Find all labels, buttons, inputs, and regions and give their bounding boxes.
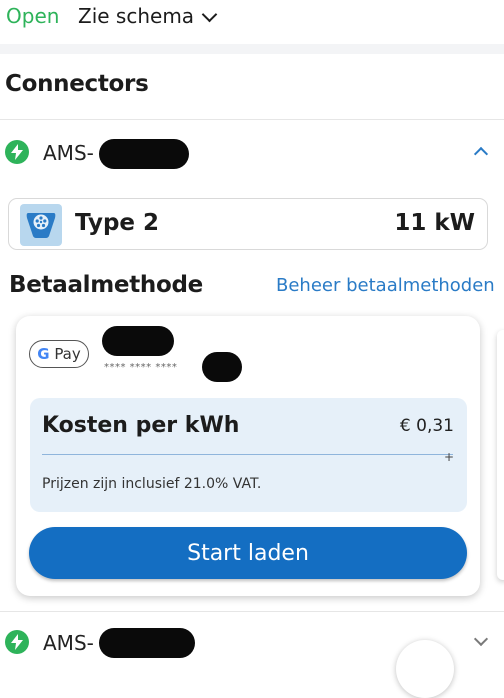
start-charging-button[interactable]: Start laden bbox=[29, 527, 467, 579]
payment-method-title: Betaalmethode bbox=[9, 272, 203, 298]
connectors-title: Connectors bbox=[5, 71, 149, 97]
connector-name: AMS- bbox=[43, 631, 94, 655]
cost-per-kwh-price: € 0,31 bbox=[399, 416, 454, 436]
vat-note: Prijzen zijn inclusief 21.0% VAT. bbox=[42, 476, 262, 492]
connectors-divider-2 bbox=[0, 611, 504, 612]
redacted-card-digits bbox=[202, 352, 242, 382]
redacted-text bbox=[99, 139, 189, 169]
charging-bolt-icon bbox=[5, 630, 29, 654]
chevron-down-icon[interactable] bbox=[473, 631, 489, 647]
expand-plus-icon[interactable]: + bbox=[444, 450, 454, 464]
google-pay-badge: G Pay bbox=[29, 340, 89, 368]
plug-type-card: Type 2 11 kW bbox=[8, 198, 488, 250]
redacted-cardholder bbox=[102, 326, 174, 356]
schedule-label: Zie schema bbox=[78, 4, 195, 28]
floating-action-button[interactable] bbox=[396, 640, 454, 698]
chevron-down-icon bbox=[201, 6, 218, 22]
schedule-dropdown[interactable]: Zie schema bbox=[78, 4, 218, 28]
connector-name: AMS- bbox=[43, 141, 94, 165]
plug-power-label: 11 kW bbox=[394, 210, 475, 236]
card-number-masked: **** **** **** bbox=[104, 362, 178, 373]
cost-divider bbox=[42, 454, 453, 455]
google-g-icon: G bbox=[37, 345, 50, 363]
manage-payment-methods-link[interactable]: Beheer betaalmethoden bbox=[276, 275, 495, 296]
plug-type-label: Type 2 bbox=[75, 210, 160, 236]
charging-bolt-icon bbox=[5, 140, 29, 164]
connectors-divider bbox=[0, 119, 504, 120]
payment-card[interactable]: G Pay **** **** **** Kosten per kWh € 0,… bbox=[16, 316, 480, 596]
chevron-up-icon[interactable] bbox=[473, 146, 489, 162]
cost-per-kwh-label: Kosten per kWh bbox=[42, 413, 240, 438]
section-divider bbox=[0, 44, 504, 54]
cost-panel[interactable]: Kosten per kWh € 0,31 + Prijzen zijn inc… bbox=[30, 398, 467, 512]
open-status: Open bbox=[6, 4, 60, 28]
type2-plug-icon bbox=[20, 204, 62, 246]
next-payment-card-peek[interactable] bbox=[497, 330, 504, 580]
connector-header-1[interactable]: AMS- bbox=[0, 124, 504, 180]
google-pay-label: G Pay bbox=[37, 345, 81, 363]
